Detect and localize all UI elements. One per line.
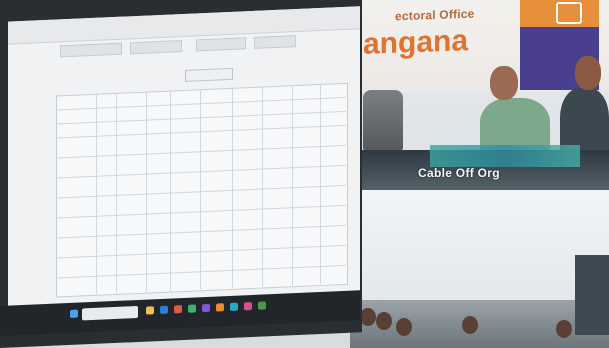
table-column-line [320,83,321,285]
taskbar-app-icon[interactable] [216,303,224,312]
search-icon[interactable] [82,305,138,321]
chair [363,90,403,150]
audience-head [396,318,412,336]
sheet-tab[interactable] [130,40,182,55]
audience-head [360,308,376,326]
banner-main-text: angana [363,24,469,61]
taskbar-app-icon[interactable] [258,301,266,310]
taskbar-app-icon[interactable] [202,303,210,313]
video-caption: Cable Off Org [418,166,500,180]
table-column-line [116,92,117,293]
sheet-tab[interactable] [254,35,296,49]
table-column-line [96,93,97,294]
taskbar-app-icon[interactable] [188,304,196,313]
sheet-title-box [185,67,233,82]
table-column-line [232,87,233,288]
person-head [575,56,601,90]
taskbar-app-icon[interactable] [174,305,182,314]
ballot-logo-icon [556,2,582,24]
taskbar-app-icon[interactable] [146,306,154,315]
table-column-line [200,89,201,290]
room-wall [350,190,609,310]
person-head [490,66,518,100]
desk-cloth [430,145,580,167]
windows-start-icon[interactable] [70,309,78,318]
taskbar-app-icon[interactable] [160,305,168,315]
table-column-line [262,86,263,287]
photo-scene: ectoral Office angana Cable Off Org [0,0,609,348]
banner-top-text: ectoral Office [395,6,475,24]
audience-head [376,312,392,330]
table-column-line [146,91,147,292]
pillar [575,255,609,335]
monitor [0,0,362,348]
audience-head [556,320,572,338]
sheet-tab[interactable] [196,37,246,52]
taskbar-app-icon[interactable] [230,302,238,311]
table-column-line [292,85,293,286]
table-column-line [170,90,171,291]
audience-head [462,316,478,334]
taskbar-app-icon[interactable] [244,301,252,311]
